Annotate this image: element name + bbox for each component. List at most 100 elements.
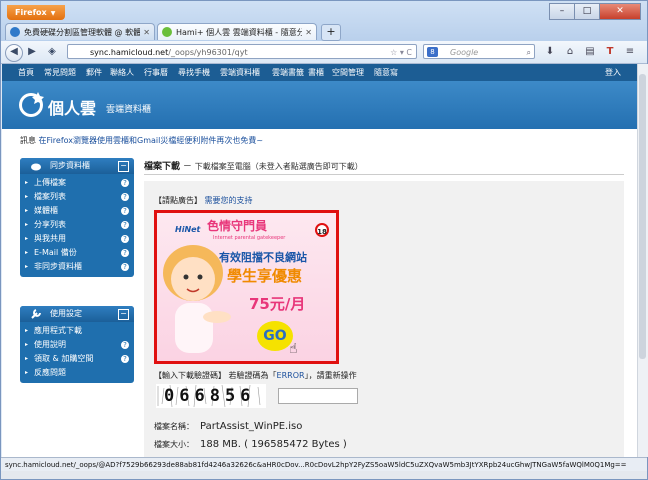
tab-hami-cloud[interactable]: Hami+ 個人雲 雲端資料櫃 - 隨意分... ✕ bbox=[157, 23, 317, 40]
captcha-hint-error: ERROR bbox=[276, 371, 305, 380]
vertical-scrollbar[interactable] bbox=[637, 64, 648, 457]
captcha-hint-prefix: 若驗證碼為「 bbox=[228, 371, 277, 380]
ad-content[interactable]: HiNet 色情守門員 Internet parental gatekeeper… bbox=[157, 213, 336, 361]
search-magnifier-icon[interactable]: ⌕ bbox=[527, 45, 531, 60]
help-icon[interactable]: ? bbox=[121, 221, 129, 229]
google-engine-icon[interactable]: 8 bbox=[427, 47, 438, 57]
sidebar-item-label: 媒體櫃 bbox=[34, 206, 58, 215]
ad-brand: HiNet bbox=[175, 225, 201, 234]
captcha-label: 【輸入下載驗證碼】 若驗證碼為「ERROR」，請重新操作 bbox=[154, 370, 357, 381]
tab-strip: 免費硬碟分割區管理軟體 @ 軟體使... ✕ Hami+ 個人雲 雲端資料櫃 -… bbox=[5, 23, 341, 41]
sidebar-item-get-space[interactable]: 領取 & 加購空間? bbox=[20, 352, 134, 366]
notice-link[interactable]: 在Firefox瀏覽器使用雲櫃和Gmail災檔經便利附件再次也免費~ bbox=[39, 136, 264, 145]
menu-space-management[interactable]: 空間管理 bbox=[332, 64, 364, 81]
scrollbar-thumb[interactable] bbox=[639, 74, 646, 359]
address-bar[interactable]: sync.hamicloud.net/_oops/yh96301/qyt ☆ ▾… bbox=[67, 44, 417, 59]
ad-line-student-discount: 學生享優惠 bbox=[227, 267, 303, 285]
ad-line-block-sites: 有效阻擋不良網站 bbox=[219, 251, 307, 264]
sidebar-item-share-list[interactable]: 分享列表? bbox=[20, 218, 134, 232]
sidebar-item-upload[interactable]: 上傳檔案? bbox=[20, 176, 134, 190]
collapse-icon[interactable]: − bbox=[118, 161, 129, 172]
ad-headline: 色情守門員 bbox=[207, 219, 268, 233]
ad-go-button[interactable]: GO bbox=[257, 321, 293, 351]
menu-find-phone[interactable]: 尋找手機 bbox=[178, 64, 210, 81]
file-size-label: 檔案大小： bbox=[154, 440, 194, 449]
sidebar-item-async-storage[interactable]: 非同步資料櫃? bbox=[20, 260, 134, 274]
help-icon[interactable]: ? bbox=[121, 193, 129, 201]
menu-contacts[interactable]: 聯絡人 bbox=[110, 64, 134, 81]
login-link[interactable]: 登入 bbox=[605, 64, 621, 81]
url-path: /_oops/yh96301/qyt bbox=[168, 48, 248, 57]
menu-notes[interactable]: 隨意寫 bbox=[374, 64, 398, 81]
advertisement-banner[interactable]: HiNet 色情守門員 Internet parental gatekeeper… bbox=[154, 210, 339, 364]
forward-button[interactable]: ▶ bbox=[25, 44, 39, 60]
translate-addon-icon[interactable]: T bbox=[603, 45, 617, 59]
new-tab-button[interactable]: + bbox=[321, 24, 341, 41]
search-box[interactable]: 8 Google ⌕ bbox=[423, 44, 535, 59]
download-icon[interactable]: ⬇ bbox=[543, 45, 557, 59]
sidebar-item-shared-with-me[interactable]: 與我共用? bbox=[20, 232, 134, 246]
minimize-button[interactable]: – bbox=[549, 3, 575, 20]
file-name-row: 檔案名稱： PartAssist_WinPE.iso bbox=[154, 421, 302, 432]
file-size-row: 檔案大小： 188 MB. ( 196585472 Bytes ) bbox=[154, 439, 347, 450]
ad-label-text: 【請點廣告】 bbox=[154, 196, 202, 205]
sidebar-item-label: 非同步資料櫃 bbox=[34, 262, 82, 271]
menu-home[interactable]: 首頁 bbox=[18, 64, 34, 81]
file-name-label: 檔案名稱： bbox=[154, 422, 194, 431]
tab-softblog[interactable]: 免費硬碟分割區管理軟體 @ 軟體使... ✕ bbox=[5, 23, 155, 40]
sidebar-item-file-list[interactable]: 檔案列表? bbox=[20, 190, 134, 204]
horizontal-scrollbar[interactable] bbox=[1, 471, 647, 479]
panel-title: 使用設定 bbox=[50, 309, 82, 318]
sidebar-item-label: 分享列表 bbox=[34, 220, 66, 229]
menu-bookshelf[interactable]: 書櫃 bbox=[308, 64, 324, 81]
help-icon[interactable]: ? bbox=[121, 235, 129, 243]
close-window-button[interactable]: ✕ bbox=[599, 3, 641, 20]
help-icon[interactable]: ? bbox=[121, 341, 129, 349]
logo-text: 個人雲 bbox=[48, 99, 97, 118]
menu-calendar[interactable]: 行事曆 bbox=[144, 64, 168, 81]
menu-faq[interactable]: 常見問題 bbox=[44, 64, 76, 81]
page-title-text: 檔案下載 bbox=[144, 162, 181, 172]
panel-header: 使用設定 − bbox=[20, 306, 134, 322]
captcha-input[interactable] bbox=[278, 388, 358, 404]
back-button[interactable]: ◀ bbox=[5, 44, 23, 62]
collapse-icon[interactable]: − bbox=[118, 309, 129, 320]
sync-cloud-icon bbox=[31, 163, 41, 171]
settings-panel: 使用設定 − 應用程式下載 使用說明? 領取 & 加購空間? 反應問題 bbox=[20, 306, 134, 383]
help-icon[interactable]: ? bbox=[121, 249, 129, 257]
site-identity-icon[interactable]: ◈ bbox=[45, 44, 59, 60]
menu-icon[interactable]: ≡ bbox=[623, 45, 637, 59]
sidebar-item-app-download[interactable]: 應用程式下載 bbox=[20, 324, 134, 338]
help-icon[interactable]: ? bbox=[121, 355, 129, 363]
navigation-bar: ◀ ▶ ◈ sync.hamicloud.net/_oops/yh96301/q… bbox=[1, 41, 647, 64]
close-tab-icon[interactable]: ✕ bbox=[143, 28, 150, 37]
ad-support-link[interactable]: 需要您的支持 bbox=[205, 196, 253, 205]
menu-mail[interactable]: 郵件 bbox=[86, 64, 102, 81]
menu-cloud-storage[interactable]: 雲端資料櫃 bbox=[220, 64, 260, 81]
sidebar-item-media[interactable]: 媒體櫃? bbox=[20, 204, 134, 218]
extension-icon[interactable]: ▤ bbox=[583, 45, 597, 59]
home-icon[interactable]: ⌂ bbox=[563, 45, 577, 59]
firefox-menu-button[interactable]: Firefox ▼ bbox=[7, 5, 65, 20]
help-icon[interactable]: ? bbox=[121, 207, 129, 215]
bookmark-star-icon[interactable]: ☆ ▾ C bbox=[390, 45, 412, 60]
status-url: sync.hamicloud.net/_oops/@AD?f7529b66293… bbox=[5, 461, 627, 469]
help-icon[interactable]: ? bbox=[121, 263, 129, 271]
sidebar-item-help[interactable]: 使用說明? bbox=[20, 338, 134, 352]
maximize-button[interactable]: □ bbox=[574, 3, 600, 20]
menu-cloud-bookmarks[interactable]: 雲端書籤 bbox=[272, 64, 304, 81]
sidebar-item-label: 反應問題 bbox=[34, 368, 66, 377]
close-tab-icon[interactable]: ✕ bbox=[305, 28, 312, 37]
sidebar-item-email-backup[interactable]: E-Mail 備份? bbox=[20, 246, 134, 260]
panel-title: 同步資料櫃 bbox=[50, 161, 90, 170]
sidebar-item-label: 應用程式下載 bbox=[34, 326, 82, 335]
sidebar-item-feedback[interactable]: 反應問題 bbox=[20, 366, 134, 380]
web-page: 首頁 常見問題 郵件 聯絡人 行事曆 尋找手機 雲端資料櫃 雲端書籤 書櫃 空間… bbox=[2, 64, 637, 457]
download-content: 【請點廣告】 需要您的支持 HiNet 色情守門員 Internet paren… bbox=[144, 181, 624, 457]
site-favicon-icon bbox=[10, 27, 20, 37]
sidebar-item-label: E-Mail 備份 bbox=[34, 248, 77, 257]
sidebar-item-label: 與我共用 bbox=[34, 234, 66, 243]
help-icon[interactable]: ? bbox=[121, 179, 129, 187]
search-placeholder: Google bbox=[450, 48, 479, 57]
ad-label: 【請點廣告】 需要您的支持 bbox=[154, 195, 253, 206]
